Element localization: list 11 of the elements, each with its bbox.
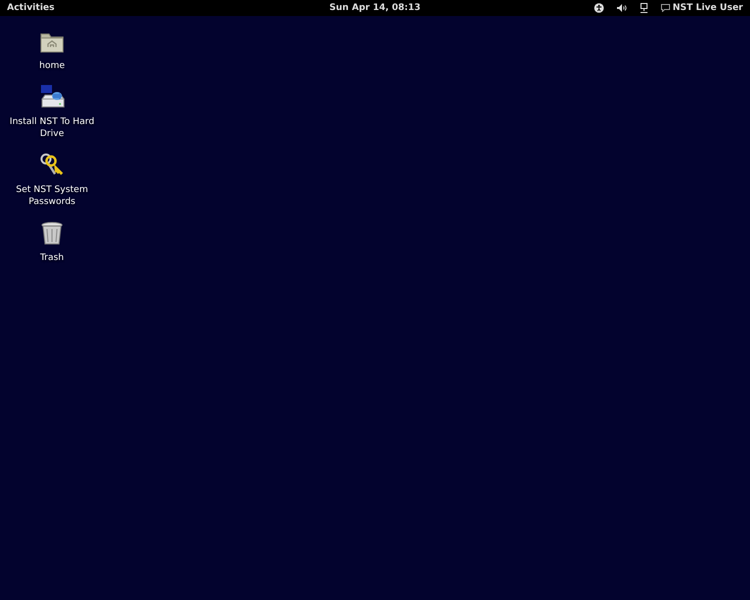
- volume-icon[interactable]: [616, 4, 627, 12]
- activities-button[interactable]: Activities: [7, 0, 54, 16]
- desktop-icon-label[interactable]: Trash: [40, 252, 64, 264]
- desktop-icon-label[interactable]: Set NST System Passwords: [7, 184, 97, 208]
- accessibility-icon[interactable]: [594, 3, 604, 13]
- user-menu[interactable]: NST Live User: [672, 0, 743, 16]
- chat-icon[interactable]: [660, 4, 670, 12]
- network-icon[interactable]: [640, 3, 648, 13]
- clock[interactable]: Sun Apr 14, 08:13: [329, 3, 421, 13]
- desktop-icon-label[interactable]: home: [39, 60, 65, 72]
- desktop-icon-label[interactable]: Install NST To Hard Drive: [7, 116, 97, 140]
